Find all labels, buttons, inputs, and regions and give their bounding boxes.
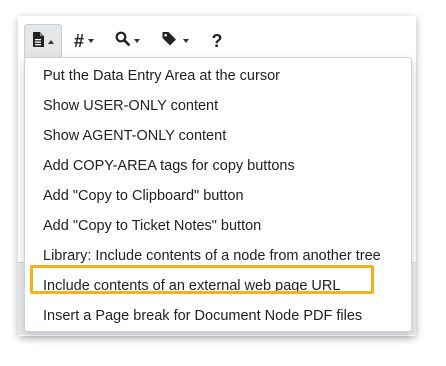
stage: # ? Put the Data Entry Area at the curso… [0,0,446,366]
search-icon [115,31,130,51]
menu-item-copy-ticket-notes[interactable]: Add "Copy to Ticket Notes" button [25,211,411,241]
tag-icon [162,31,179,51]
chevron-down-icon [182,39,189,43]
menu-item-user-only[interactable]: Show USER-ONLY content [25,91,411,121]
menu-item-agent-only[interactable]: Show AGENT-ONLY content [25,121,411,151]
help-button[interactable]: ? [202,24,232,58]
search-menu-button[interactable] [106,24,148,58]
chevron-up-icon [48,39,54,44]
menu-item-library-include[interactable]: Library: Include contents of a node from… [25,241,411,271]
hash-icon: # [74,31,85,51]
editor-toolbar: # ? [24,24,232,58]
menu-item-external-url[interactable]: Include contents of an external web page… [25,271,411,301]
menu-item-copy-clipboard[interactable]: Add "Copy to Clipboard" button [25,181,411,211]
chevron-down-icon [133,39,140,43]
document-icon [32,31,44,52]
chevron-down-icon [88,39,95,43]
menu-item-copy-area[interactable]: Add COPY-AREA tags for copy buttons [25,151,411,181]
help-icon: ? [211,31,223,51]
document-menu-button[interactable] [24,24,62,58]
hash-menu-button[interactable]: # [66,24,102,58]
menu-item-data-entry-area[interactable]: Put the Data Entry Area at the cursor [25,61,411,91]
insert-dropdown-menu: Put the Data Entry Area at the cursor Sh… [24,57,412,332]
menu-item-page-break[interactable]: Insert a Page break for Document Node PD… [25,301,411,331]
tag-menu-button[interactable] [152,24,198,58]
